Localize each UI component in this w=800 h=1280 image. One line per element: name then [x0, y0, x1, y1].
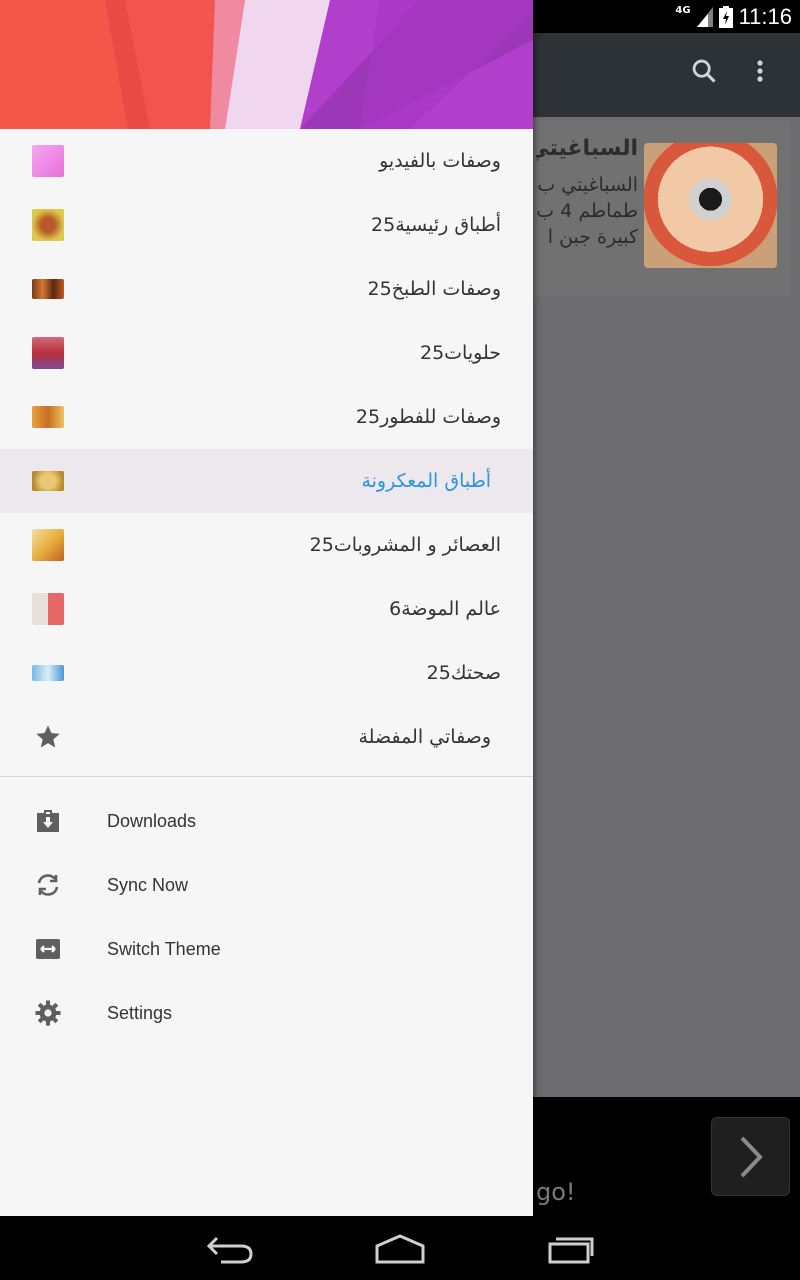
category-label: وصفات بالفيديو	[379, 150, 501, 172]
menu-item-settings[interactable]: Settings	[0, 981, 533, 1045]
search-icon[interactable]	[690, 57, 718, 92]
category-label: صحتك	[450, 662, 501, 684]
menu-label: Sync Now	[107, 874, 189, 895]
overflow-menu-icon[interactable]	[748, 57, 772, 92]
clock: 11:16	[738, 3, 792, 29]
category-thumbnail	[32, 406, 64, 428]
next-button[interactable]	[711, 1117, 790, 1196]
drawer-category-list: وصفات بالفيديو أطباق رئيسية 25 وصفات الطب…	[0, 129, 533, 1045]
category-thumbnail	[32, 145, 64, 177]
chevron-right-icon	[740, 1136, 763, 1178]
category-thumbnail	[32, 209, 64, 241]
category-label: وصفات الطبخ	[391, 278, 501, 300]
category-item-breakfast[interactable]: وصفات للفطور 25	[0, 385, 533, 449]
favorites-item[interactable]: وصفاتي المفضلة	[0, 705, 533, 769]
category-count: 25	[309, 534, 334, 556]
signal-icon	[696, 6, 713, 27]
category-count: 25	[367, 278, 392, 300]
star-icon	[36, 725, 60, 748]
category-thumbnail	[32, 665, 64, 681]
category-label: وصفات للفطور	[380, 406, 501, 428]
menu-item-downloads[interactable]: Downloads	[0, 789, 533, 853]
navigation-drawer: وصفات بالفيديو أطباق رئيسية 25 وصفات الطب…	[0, 0, 533, 1216]
back-icon[interactable]	[205, 1232, 255, 1266]
menu-item-sync[interactable]: Sync Now	[0, 853, 533, 917]
category-thumbnail	[32, 593, 64, 625]
ad-banner-text: go!	[536, 1178, 576, 1206]
category-item-juices[interactable]: العصائر و المشروبات 25	[0, 513, 533, 577]
download-icon	[37, 810, 59, 832]
network-type: 4G	[675, 5, 691, 16]
drawer-header-image	[0, 0, 533, 129]
category-item-health[interactable]: صحتك 25	[0, 641, 533, 705]
system-nav-bar	[0, 1216, 800, 1280]
category-thumbnail	[32, 471, 64, 491]
battery-icon	[718, 5, 733, 28]
menu-item-switch-theme[interactable]: Switch Theme	[0, 917, 533, 981]
menu-label: Settings	[107, 1002, 173, 1023]
favorites-label: وصفاتي المفضلة	[358, 726, 492, 748]
category-item-pasta[interactable]: أطباق المعكرونة	[0, 449, 533, 513]
category-count: 25	[419, 342, 445, 364]
category-label: حلويات	[444, 342, 501, 364]
recent-apps-icon[interactable]	[546, 1232, 596, 1266]
menu-label: Switch Theme	[107, 938, 221, 959]
category-count: 6	[389, 598, 402, 620]
category-item-cooking[interactable]: وصفات الطبخ 25	[0, 257, 533, 321]
category-count: 25	[371, 214, 396, 236]
category-label: أطباق المعكرونة	[361, 470, 491, 492]
gear-icon	[35, 1000, 61, 1026]
category-thumbnail	[32, 279, 64, 299]
menu-label: Downloads	[107, 810, 197, 831]
category-item-videos[interactable]: وصفات بالفيديو	[0, 129, 533, 193]
category-item-fashion[interactable]: عالم الموضة 6	[0, 577, 533, 641]
category-label: عالم الموضة	[401, 598, 501, 620]
category-thumbnail	[32, 529, 64, 561]
recipe-card-snippet: السباغيتي ب طماطم 4 ب كبيرة جبن ا	[536, 174, 638, 248]
recipe-card-title: السباغيتي	[536, 136, 638, 161]
category-label: العصائر و المشروبات	[333, 534, 501, 556]
switch-theme-icon	[36, 939, 60, 959]
category-label: أطباق رئيسية	[395, 214, 501, 236]
recipe-card-image	[644, 143, 777, 268]
category-item-desserts[interactable]: حلويات 25	[0, 321, 533, 385]
category-count: 25	[426, 662, 451, 684]
sync-icon	[37, 874, 59, 896]
category-item-main-dishes[interactable]: أطباق رئيسية 25	[0, 193, 533, 257]
category-count: 25	[355, 406, 381, 428]
home-icon[interactable]	[374, 1232, 426, 1266]
category-thumbnail	[32, 337, 64, 369]
